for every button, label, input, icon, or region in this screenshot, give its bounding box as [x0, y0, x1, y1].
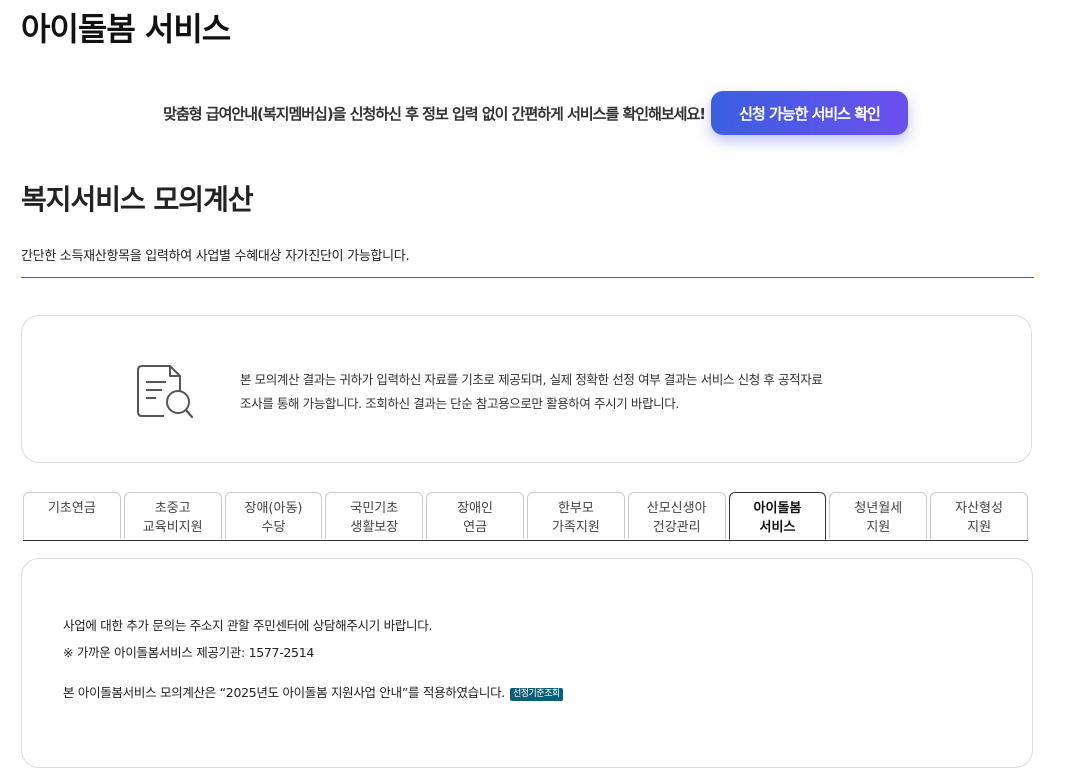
tab-school-education-support[interactable]: 초중고 교육비지원: [123, 492, 222, 539]
provider-contact-text: ※ 가까운 아이돌봄서비스 제공기관: 1577-2514: [63, 645, 315, 660]
tab-maternal-newborn-care[interactable]: 산모신생아 건강관리: [627, 492, 726, 539]
tab-disability-pension[interactable]: 장애인 연금: [426, 492, 524, 539]
document-search-icon: [137, 365, 194, 419]
tab-basic-pension[interactable]: 기초연금: [23, 492, 121, 539]
service-tabs: 기초연금 초중고 교육비지원 장애(아동) 수당 국민기초 생활보장 장애인 연…: [23, 492, 1028, 541]
notice-text: 본 모의계산 결과는 귀하가 입력하신 자료를 기초로 제공되며, 실제 정확한…: [240, 368, 860, 416]
basis-text: 본 아이돌봄서비스 모의계산은 “2025년도 아이돌봄 지원사업 안내”를 적…: [63, 685, 505, 700]
section-title: 복지서비스 모의계산: [21, 183, 254, 216]
tab-basic-livelihood[interactable]: 국민기초 생활보장: [325, 492, 424, 539]
tab-youth-rent-support[interactable]: 청년월세 지원: [829, 492, 928, 539]
tab-asset-building-support[interactable]: 자산형성 지원: [930, 492, 1028, 539]
selection-criteria-button[interactable]: 선정기준조회: [509, 688, 563, 701]
tab-disabled-child-allowance[interactable]: 장애(아동) 수당: [224, 492, 323, 539]
tab-child-care-service[interactable]: 아이돌봄 서비스: [728, 492, 827, 540]
section-description: 간단한 소득재산항목을 입력하여 사업별 수혜대상 자가진단이 가능합니다.: [21, 249, 410, 264]
check-available-services-button[interactable]: 신청 가능한 서비스 확인: [711, 91, 908, 135]
page-title: 아이돌봄 서비스: [21, 10, 231, 48]
basis-text-row: 본 아이돌봄서비스 모의계산은 “2025년도 아이돌봄 지원사업 안내”를 적…: [63, 682, 563, 701]
notice-line-2: 조사를 통해 가능합니다. 조회하신 결과는 단순 참고용으로만 활용하여 주시…: [240, 396, 679, 411]
inquiry-text: 사업에 대한 추가 문의는 주소지 관할 주민센터에 상담해주시기 바랍니다.: [63, 618, 433, 633]
notice-line-1: 본 모의계산 결과는 귀하가 입력하신 자료를 기초로 제공되며, 실제 정확한…: [240, 372, 823, 387]
membership-banner: 맞춤형 급여안내(복지멤버십)을 신청하신 후 정보 입력 없이 간편하게 서비…: [0, 90, 1071, 136]
tab-single-parent-support[interactable]: 한부모 가족지원: [526, 492, 625, 539]
membership-text: 맞춤형 급여안내(복지멤버십)을 신청하신 후 정보 입력 없이 간편하게 서비…: [163, 104, 706, 123]
section-divider: [21, 277, 1034, 278]
notice-box: 본 모의계산 결과는 귀하가 입력하신 자료를 기초로 제공되며, 실제 정확한…: [21, 315, 1032, 463]
tab-content-panel: 사업에 대한 추가 문의는 주소지 관할 주민센터에 상담해주시기 바랍니다. …: [21, 558, 1033, 768]
